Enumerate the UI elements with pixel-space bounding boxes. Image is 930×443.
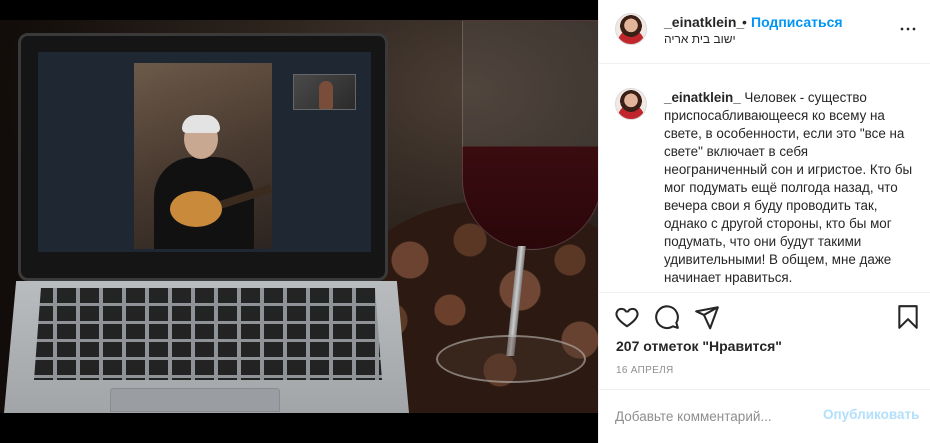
caption-text: Человек - существо приспосабливающееся к… (664, 90, 913, 285)
laptop-keyboard (34, 288, 382, 380)
post-actions (599, 294, 930, 338)
post-header: _einatklein_ • Подписаться ישוב בית אריה (599, 0, 930, 64)
bookmark-icon[interactable] (895, 304, 921, 330)
follow-button[interactable]: Подписаться (751, 14, 843, 30)
comments-section: _einatklein_ Человек - существо приспоса… (599, 65, 930, 293)
video-call-self-view (293, 74, 356, 110)
post-date[interactable]: 16 АПРЕЛЯ (616, 365, 673, 376)
header-separator: • (742, 14, 747, 30)
author-avatar[interactable] (615, 13, 647, 45)
caption-username[interactable]: _einatklein_ (664, 90, 741, 105)
post-side-panel: _einatklein_ • Подписаться ישוב בית אריה… (598, 0, 930, 443)
share-icon[interactable] (694, 304, 720, 330)
more-options-icon[interactable] (899, 20, 917, 38)
guitar (170, 191, 222, 227)
add-comment-bar: Опубликовать (599, 389, 930, 443)
video-call-main-feed (134, 63, 272, 249)
post-caption: _einatklein_ Человек - существо приспоса… (664, 89, 914, 287)
laptop-touchpad (110, 388, 280, 412)
comment-icon[interactable] (654, 304, 680, 330)
photo-letterbox-bottom (0, 413, 598, 443)
post-location[interactable]: ישוב בית אריה (664, 32, 736, 46)
photo-letterbox-top (0, 0, 598, 20)
caption-author-avatar[interactable] (615, 88, 647, 120)
self-view-person (319, 81, 333, 109)
comment-input[interactable] (615, 406, 815, 426)
post-photo[interactable] (0, 0, 598, 443)
heart-icon[interactable] (614, 304, 640, 330)
wine-glass-bowl (462, 20, 598, 250)
publish-button[interactable]: Опубликовать (823, 407, 919, 422)
author-username[interactable]: _einatklein_ (664, 14, 744, 30)
guitarist-hair (182, 115, 220, 133)
like-count[interactable]: 207 отметок "Нравится" (616, 338, 782, 354)
wine-glass-foot (436, 335, 586, 383)
